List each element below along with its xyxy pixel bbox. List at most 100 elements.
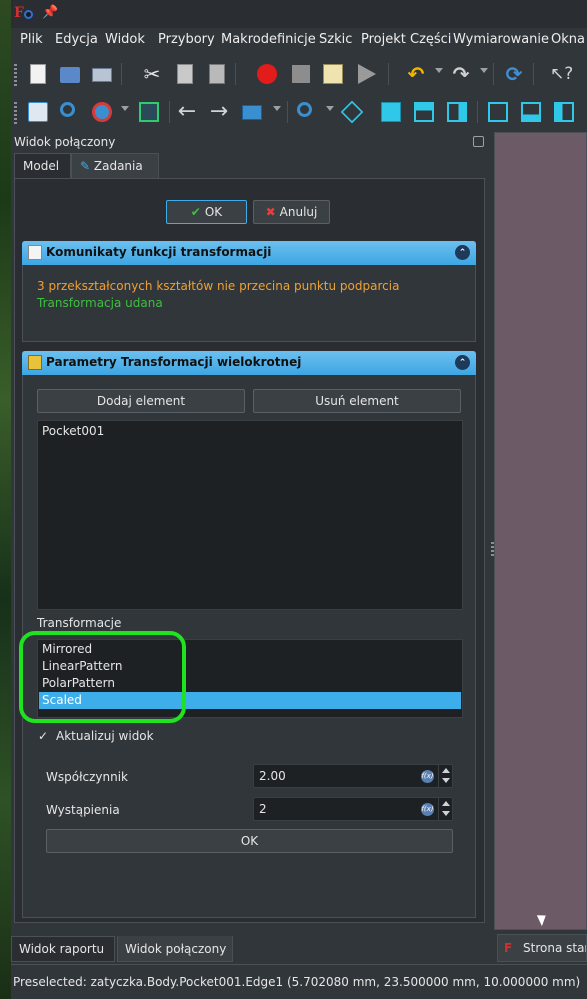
tab-combo-view[interactable]: Widok połączony — [117, 936, 233, 962]
undo-icon[interactable]: ↶ — [403, 61, 429, 87]
task-panel: ✔ OK ✖ Anuluj Komunikaty funkcji transform… — [14, 178, 485, 923]
paste-icon[interactable] — [203, 61, 229, 87]
factor-spinbox[interactable]: 2.00 f(x) — [253, 764, 453, 788]
stop-macro-icon[interactable] — [288, 61, 314, 87]
whats-this-icon[interactable]: ↖? — [547, 61, 573, 87]
front-view-icon[interactable] — [378, 99, 404, 125]
menu-wymiarowanie[interactable]: Wymiarowanie — [453, 32, 549, 47]
list-item[interactable]: Pocket001 — [39, 423, 461, 440]
check-icon: ✔ — [190, 205, 201, 219]
edit-macro-icon[interactable] — [320, 61, 346, 87]
menu-bar: Plik Edycja Widok Przybory Makrodefinicj… — [11, 28, 587, 52]
title-bar: F 📌 — [11, 0, 587, 28]
workbench-icon[interactable] — [239, 99, 265, 125]
menu-szkic[interactable]: Szkic — [319, 32, 352, 47]
undo-dropdown-icon[interactable] — [435, 68, 443, 73]
tab-report-view[interactable]: Widok raportu — [11, 936, 115, 962]
menu-plik[interactable]: Plik — [20, 32, 43, 47]
menu-edycja[interactable]: Edycja — [55, 32, 98, 47]
refresh-icon[interactable]: ⟳ — [501, 61, 527, 87]
warning-message: 3 przekształconych kształtów nie przecin… — [37, 279, 400, 293]
draw-style-dropdown-icon[interactable] — [121, 106, 129, 111]
desktop-edge — [0, 0, 11, 999]
status-text: Preselected: zatyczka.Body.Pocket001.Edg… — [13, 975, 581, 989]
features-list[interactable]: Pocket001 — [37, 420, 463, 610]
bottom-view-icon[interactable] — [518, 99, 544, 125]
toolbar-file-edit-macro: ✂ ↶ ↷ ⟳ ↖? — [11, 55, 587, 93]
success-message: Transformacja udana — [37, 296, 163, 310]
pin-icon[interactable]: 📌 — [42, 5, 58, 20]
parameters-header[interactable]: Parametry Transformacji wielokrotnej ⌃ — [22, 351, 476, 375]
back-icon[interactable]: ← — [174, 99, 200, 125]
expression-icon[interactable]: f(x) — [421, 803, 434, 816]
3d-viewport[interactable] — [494, 132, 587, 930]
toolbar-grip[interactable] — [14, 102, 17, 124]
update-view-checkbox[interactable]: ✓ — [38, 730, 51, 743]
transformations-label: Transformacje — [37, 616, 122, 630]
save-icon[interactable] — [89, 61, 115, 87]
messages-body: 3 przekształconych kształtów nie przecin… — [22, 265, 476, 342]
freecad-logo-icon: F — [504, 941, 513, 955]
cancel-button[interactable]: ✖ Anuluj — [253, 200, 330, 224]
redo-dropdown-icon[interactable] — [480, 68, 488, 73]
messages-header[interactable]: Komunikaty funkcji transformacji ⌃ — [22, 241, 476, 265]
update-view-label: Aktualizuj widok — [56, 729, 154, 743]
messages-taskbox: Komunikaty funkcji transformacji ⌃ 3 prz… — [22, 241, 476, 342]
tab-zadania[interactable]: ✎ Zadania — [71, 153, 159, 179]
fit-all-icon[interactable] — [25, 99, 51, 125]
highlight-annotation — [19, 631, 186, 723]
spin-arrows[interactable] — [438, 798, 452, 820]
draw-style-icon[interactable] — [89, 99, 115, 125]
redo-icon[interactable]: ↷ — [448, 61, 474, 87]
open-folder-icon[interactable] — [57, 61, 83, 87]
multitransform-icon — [28, 355, 42, 370]
toolbar-view: ← → — [11, 93, 587, 131]
bottom-tabs: Widok raportu Widok połączony — [11, 934, 491, 964]
left-view-icon[interactable] — [551, 99, 577, 125]
rear-view-icon[interactable] — [485, 99, 511, 125]
freecad-logo-icon: F — [14, 5, 34, 23]
copy-icon[interactable] — [171, 61, 197, 87]
collapse-icon[interactable]: ⌃ — [455, 245, 470, 260]
zoom-icon[interactable] — [294, 99, 320, 125]
document-icon — [28, 245, 42, 260]
collapse-icon[interactable]: ⌃ — [455, 355, 470, 370]
menu-okna[interactable]: Okna — [551, 32, 585, 47]
freecad-window: F 📌 Plik Edycja Widok Przybory Makrodefi… — [11, 0, 587, 999]
remove-feature-button[interactable]: Usuń element — [253, 389, 461, 413]
cancel-x-icon: ✖ — [265, 205, 276, 219]
occurrences-spinbox[interactable]: 2 f(x) — [253, 797, 453, 821]
run-macro-icon[interactable] — [353, 61, 379, 87]
menu-makrodefinicje[interactable]: Makrodefinicje — [221, 32, 316, 47]
record-macro-icon[interactable] — [254, 61, 280, 87]
occurrences-label: Wystąpienia — [46, 803, 120, 817]
toolbar-grip[interactable] — [14, 64, 17, 86]
pencil-icon: ✎ — [80, 159, 91, 173]
spin-arrows[interactable] — [438, 765, 452, 787]
isometric-icon[interactable] — [339, 99, 365, 125]
menu-projekt-czesci[interactable]: Projekt Części — [361, 32, 451, 47]
workbench-dropdown-icon[interactable] — [273, 106, 281, 111]
bounding-box-icon[interactable] — [136, 99, 162, 125]
menu-widok[interactable]: Widok — [105, 32, 145, 47]
zoom-dropdown-icon[interactable] — [326, 106, 334, 111]
menu-przybory[interactable]: Przybory — [158, 32, 215, 47]
expression-icon[interactable]: f(x) — [421, 770, 434, 783]
transform-ok-button[interactable]: OK — [46, 829, 453, 853]
float-panel-icon[interactable] — [473, 136, 484, 147]
factor-label: Współczynnik — [46, 770, 128, 784]
right-view-icon[interactable] — [444, 99, 470, 125]
status-bar: Preselected: zatyczka.Body.Pocket001.Edg… — [11, 964, 587, 999]
forward-icon[interactable]: → — [206, 99, 232, 125]
tab-start-page[interactable]: F Strona startowa — [497, 934, 587, 962]
fit-selection-icon[interactable] — [57, 99, 83, 125]
mouse-cursor-icon — [536, 911, 550, 927]
top-view-icon[interactable] — [411, 99, 437, 125]
add-feature-button[interactable]: Dodaj element — [37, 389, 245, 413]
ok-button[interactable]: ✔ OK — [166, 200, 247, 224]
combo-view-panel: Widok połączony Model ✎ Zadania ✔ OK ✖ Anu… — [11, 132, 491, 964]
cut-icon[interactable]: ✂ — [139, 61, 165, 87]
factor-value: 2.00 — [259, 769, 286, 783]
new-file-icon[interactable] — [25, 61, 51, 87]
tab-model[interactable]: Model — [14, 153, 71, 179]
